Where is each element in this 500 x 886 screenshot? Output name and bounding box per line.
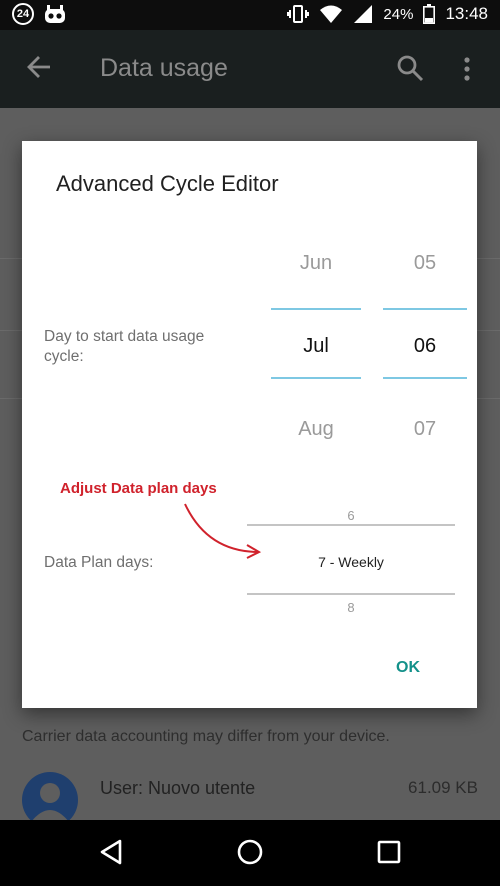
app-icon bbox=[45, 5, 65, 23]
search-icon[interactable] bbox=[396, 54, 424, 82]
back-nav-icon[interactable] bbox=[98, 838, 124, 866]
picker-divider bbox=[383, 308, 467, 310]
battery-icon bbox=[423, 4, 436, 24]
plan-days-next[interactable]: 8 bbox=[247, 600, 455, 615]
battery-percent: 24% bbox=[383, 5, 414, 23]
cycle-start-label: Day to start data usage cycle: bbox=[44, 328, 205, 365]
picker-divider bbox=[247, 524, 455, 526]
arrow-left-icon[interactable] bbox=[26, 54, 52, 80]
navigation-bar bbox=[0, 820, 500, 886]
wifi-icon bbox=[320, 5, 343, 23]
month-prev[interactable]: Jun bbox=[271, 252, 361, 275]
plan-days-prev[interactable]: 6 bbox=[247, 508, 455, 523]
picker-divider bbox=[271, 377, 361, 379]
recents-nav-icon[interactable] bbox=[376, 838, 402, 866]
calendar-24-icon: 24 bbox=[12, 3, 34, 25]
day-selected[interactable]: 06 bbox=[383, 335, 467, 358]
app-bar: Data usage bbox=[0, 30, 500, 108]
day-prev[interactable]: 05 bbox=[383, 252, 467, 275]
month-selected[interactable]: Jul bbox=[271, 335, 361, 358]
advanced-cycle-editor-dialog: Advanced Cycle Editor Day to start data … bbox=[22, 141, 477, 708]
vibrate-icon bbox=[287, 5, 310, 23]
more-vert-icon[interactable] bbox=[462, 56, 472, 82]
user-row-size: 61.09 KB bbox=[408, 778, 478, 797]
clock: 13:48 bbox=[445, 4, 488, 23]
annotation-label: Adjust Data plan days bbox=[60, 480, 217, 497]
picker-divider bbox=[271, 308, 361, 310]
picker-divider bbox=[383, 377, 467, 379]
carrier-note: Carrier data accounting may differ from … bbox=[22, 728, 390, 745]
ok-button[interactable]: OK bbox=[396, 659, 420, 677]
page-title: Data usage bbox=[100, 54, 228, 82]
picker-divider bbox=[247, 593, 455, 595]
signal-icon bbox=[354, 5, 373, 23]
plan-days-label: Data Plan days: bbox=[44, 554, 154, 571]
plan-days-selected[interactable]: 7 - Weekly bbox=[247, 554, 455, 570]
status-bar: 24 24% 13:48 bbox=[0, 0, 500, 30]
dialog-title: Advanced Cycle Editor bbox=[56, 171, 279, 196]
home-nav-icon[interactable] bbox=[236, 838, 264, 866]
user-row-name[interactable]: User: Nuovo utente bbox=[100, 778, 255, 799]
day-next[interactable]: 07 bbox=[383, 418, 467, 441]
month-next[interactable]: Aug bbox=[271, 418, 361, 441]
